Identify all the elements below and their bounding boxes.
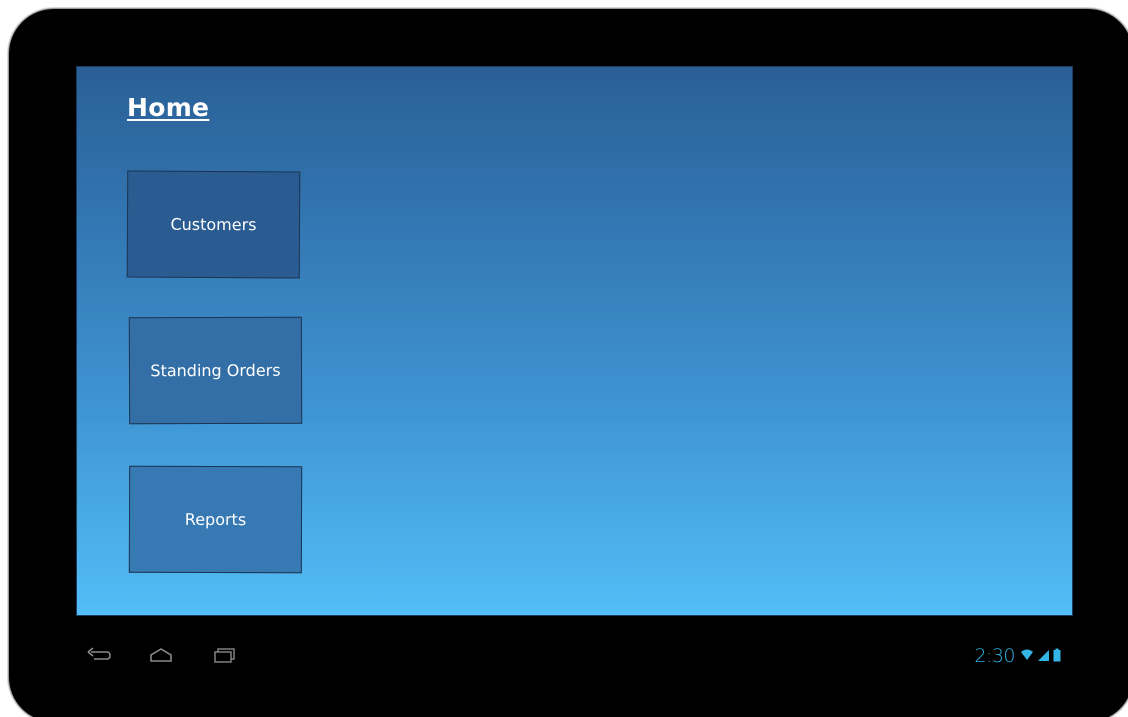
reports-button[interactable]: Reports	[128, 465, 303, 574]
app-screen: Home Customers Standing Orders Reports	[76, 66, 1073, 616]
battery-icon	[1053, 647, 1061, 666]
status-area: 2:30	[974, 644, 1061, 668]
home-icon[interactable]	[148, 646, 174, 670]
recent-apps-icon[interactable]	[212, 646, 238, 670]
standing-orders-button[interactable]: Standing Orders	[128, 316, 303, 425]
clock: 2:30	[974, 645, 1015, 667]
wifi-icon	[1020, 647, 1034, 666]
standing-orders-button-label: Standing Orders	[150, 360, 281, 381]
system-navigation-bar: 2:30	[76, 628, 1073, 684]
back-icon[interactable]	[86, 646, 112, 670]
customers-button[interactable]: Customers	[126, 170, 301, 279]
page-title: Home	[127, 93, 210, 122]
reports-button-label: Reports	[184, 509, 247, 530]
customers-button-label: Customers	[170, 214, 257, 235]
signal-icon	[1037, 647, 1050, 666]
wireframe-page: Home Customers Standing Orders Reports 2…	[0, 0, 1128, 717]
